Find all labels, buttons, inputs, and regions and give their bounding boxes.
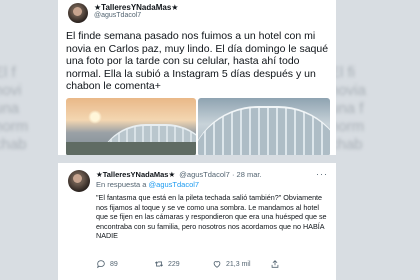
tweet-photo-hotel[interactable] <box>66 98 196 155</box>
tweet-actions: 89 229 21,3 mil <box>96 259 332 271</box>
reply-meta: ★TalleresYNadaMas★ @agusTdacol7 · 28 mar… <box>96 170 262 179</box>
tweet-author-handle[interactable]: @agusTdacol7 <box>94 12 141 19</box>
reply-button[interactable]: 89 <box>96 259 118 269</box>
avatar[interactable] <box>68 170 90 192</box>
sun-glare <box>88 110 102 124</box>
tweet-photo-pool-dome[interactable] <box>198 98 330 155</box>
reply-author-handle[interactable]: @agusTdacol7 <box>179 170 230 179</box>
like-count: 21,3 mil <box>226 260 251 268</box>
reply-card[interactable]: ★TalleresYNadaMas★ @agusTdacol7 · 28 mar… <box>58 163 336 280</box>
heart-icon <box>213 261 221 268</box>
retweet-button[interactable]: 229 <box>154 259 180 269</box>
retweet-icon <box>154 261 164 267</box>
reply-text: "El fantasma que está en la pileta techa… <box>96 193 327 241</box>
more-icon[interactable]: ··· <box>316 169 328 179</box>
reply-count: 89 <box>110 260 118 268</box>
ground <box>66 142 196 155</box>
reply-author-name[interactable]: ★TalleresYNadaMas★ <box>96 170 175 179</box>
replying-to-link[interactable]: @agusTdacol7 <box>149 180 200 189</box>
avatar[interactable] <box>68 3 88 23</box>
tweet-text: El finde semana pasado nos fuimos a un h… <box>66 30 329 93</box>
retweet-count: 229 <box>168 260 180 268</box>
share-button[interactable] <box>270 259 280 269</box>
replying-prefix: En respuesta a <box>96 180 147 189</box>
replying-to: En respuesta a @agusTdacol7 <box>96 180 199 189</box>
reply-icon <box>96 260 105 269</box>
tweet-author-name[interactable]: ★TalleresYNadaMas★ <box>94 3 178 12</box>
dome-roof-closeup <box>198 106 330 155</box>
share-icon <box>271 260 279 268</box>
reply-date[interactable]: · 28 mar. <box>232 170 262 179</box>
tweet-card[interactable]: ★TalleresYNadaMas★ @agusTdacol7 El finde… <box>58 0 336 155</box>
like-button[interactable]: 21,3 mil <box>212 259 251 269</box>
